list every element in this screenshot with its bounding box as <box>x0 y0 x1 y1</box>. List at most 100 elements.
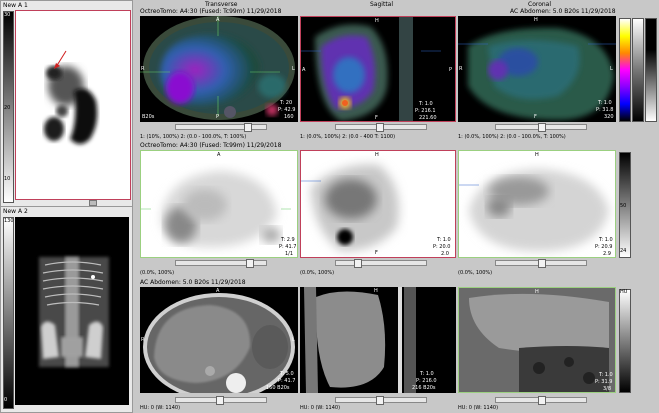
row-header: AC Abdomen: 5.0 B20s 11/29/2018 <box>510 8 616 15</box>
slice-info: 1/1 <box>285 251 294 257</box>
ct-coronal-image <box>459 288 615 392</box>
slice-slider-transverse[interactable] <box>175 396 267 405</box>
window-info: HU: 0 (W: 1140) <box>140 405 181 411</box>
slider-knob[interactable] <box>538 123 546 132</box>
ct-transverse-image <box>143 293 295 393</box>
scale-label: 30 <box>4 12 11 18</box>
fusion-coronal-view[interactable]: H F R L T: 1.0 P: 31.8 320 <box>458 16 616 122</box>
window-info: HU: 0 (W: 1140) <box>458 405 499 411</box>
slice-slider-sagittal[interactable] <box>335 396 427 405</box>
slice-info: 320 <box>604 114 614 120</box>
slice-info: P: 216.0 <box>416 378 437 384</box>
window-info: 1: (0.0%, 100%) 2: (0.0 - 100.0%, T: 100… <box>458 134 566 140</box>
ct-sagittal-view[interactable]: H T: 1.0 P: 216.0 216 B20s <box>300 287 456 393</box>
slice-slider-transverse[interactable] <box>175 259 267 268</box>
fusion-transverse-image <box>140 16 298 122</box>
scale-label: 0 <box>4 397 8 403</box>
left-panel-bottom: New A 2 130 0 <box>0 206 133 413</box>
orient-top: H <box>535 289 539 295</box>
row-header: AC Abdomen: 5.0 B20s 11/29/2018 <box>140 279 246 286</box>
slice-info: 160 <box>284 114 294 120</box>
slice-info: P: 20.9 <box>595 244 613 250</box>
orient-left: R <box>459 66 463 72</box>
view-header-transverse: Transverse <box>205 1 238 8</box>
fusion-transverse-view[interactable]: A P R L T: 20 P: 42.9 160 B20s <box>140 16 298 122</box>
orient-left: R <box>141 337 145 343</box>
orient-right: L <box>610 66 613 72</box>
pet-colorbar[interactable] <box>619 18 631 122</box>
planar-scintigraphy-view[interactable] <box>15 10 131 200</box>
slider-knob[interactable] <box>244 123 252 132</box>
slice-info: P: 41.7 <box>279 244 297 250</box>
ct-hu-colorbar[interactable] <box>619 289 631 393</box>
orient-top: H <box>374 288 378 294</box>
slice-info: T: 1.0 <box>599 372 613 378</box>
slice-slider-coronal[interactable] <box>495 396 587 405</box>
spect-coronal-image <box>459 169 615 251</box>
spect-sagittal-view[interactable]: H F T: 1.0 P: 20.0 2.0 <box>300 150 456 258</box>
slider-knob[interactable] <box>376 123 384 132</box>
orient-top: H <box>534 17 538 23</box>
ct-topogram-view[interactable] <box>15 217 129 405</box>
scale-label: 130 <box>4 218 14 224</box>
grayscale-colorbar[interactable] <box>3 217 14 409</box>
scale-label: 24 <box>620 248 627 254</box>
slice-info: T: 2.9 <box>281 237 295 243</box>
zoom-info: B20s <box>142 114 155 120</box>
scale-label: 20 <box>4 105 11 111</box>
slice-slider-sagittal[interactable] <box>335 259 427 268</box>
orient-left: R <box>141 66 145 72</box>
topogram-image <box>39 257 109 367</box>
slice-info: T: 5.0 <box>280 371 294 377</box>
ct-colorbar[interactable] <box>632 18 644 122</box>
planar-image <box>44 50 98 144</box>
slice-slider-coronal[interactable] <box>495 259 587 268</box>
window-info: HU: 0 (W: 1140) <box>300 405 341 411</box>
scale-label: 10 <box>4 176 11 182</box>
window-info: (0.0%, 100%) <box>300 270 335 276</box>
slice-info: P: 42.9 <box>278 107 296 113</box>
slice-slider-coronal[interactable] <box>495 123 587 132</box>
slice-info: T: 1.0 <box>599 237 613 243</box>
spect-transverse-view[interactable]: A T: 2.9 P: 41.7 1/1 <box>140 150 298 258</box>
fusion-coronal-image <box>458 27 616 120</box>
orient-bottom: F <box>375 250 378 256</box>
spect-coronal-view[interactable]: H T: 1.0 P: 20.9 2.9 <box>458 150 616 258</box>
orient-bottom: F <box>534 114 537 120</box>
slice-info: P: 31.8 <box>596 107 614 113</box>
slider-knob[interactable] <box>246 259 254 268</box>
fusion-sagittal-view[interactable]: H F A P T: 1.0 P: 216.1 221.60 <box>300 16 456 122</box>
slice-info: T: 20 <box>280 100 293 106</box>
orient-top: H <box>535 152 539 158</box>
row-header: OctreoTomo: A4:30 (Fused: Tc99m) 11/29/2… <box>140 8 282 15</box>
slider-knob[interactable] <box>216 396 224 405</box>
ct-coronal-view[interactable]: H T: 1.0 P: 31.9 3/8 <box>458 287 616 393</box>
slice-info: T: 1.0 <box>420 371 434 377</box>
spect-transverse-image <box>141 171 297 247</box>
orient-right: P <box>449 67 453 73</box>
slice-slider-transverse[interactable] <box>175 123 267 132</box>
slider-knob[interactable] <box>354 259 362 268</box>
orient-left: A <box>302 67 306 73</box>
window-info: 1: (0.0%, 100%) 2: (0.0 - 400 T: 1100) <box>300 134 396 140</box>
window-info: 1: (10%, 100%) 2: (0.0 - 100.0%, T: 100%… <box>140 134 247 140</box>
orient-right: L <box>292 66 295 72</box>
gray-colorbar[interactable] <box>645 18 657 122</box>
left-panel-top: New A 1 30 20 10 <box>0 0 133 207</box>
ct-transverse-view[interactable]: A R L T: 5.0 P: 41.7 160 B20s <box>140 287 298 393</box>
orient-top: H <box>375 18 379 24</box>
slider-knob[interactable] <box>538 396 546 405</box>
window-info: (0.0%, 100%) <box>140 270 175 276</box>
slice-info: P: 41.7 <box>278 378 296 384</box>
scale-label: 50 <box>620 203 627 209</box>
orient-top: A <box>216 17 220 23</box>
orient-right: L <box>292 337 295 343</box>
slice-info: P: 31.9 <box>595 379 613 385</box>
slice-info: T: 1.0 <box>419 101 433 107</box>
slice-slider-sagittal[interactable] <box>335 123 427 132</box>
slider-knob[interactable] <box>376 396 384 405</box>
panel-title: New A 2 <box>3 208 28 215</box>
slice-info: T: 1.0 <box>598 100 612 106</box>
orient-top: A <box>217 152 221 158</box>
slider-knob[interactable] <box>538 259 546 268</box>
